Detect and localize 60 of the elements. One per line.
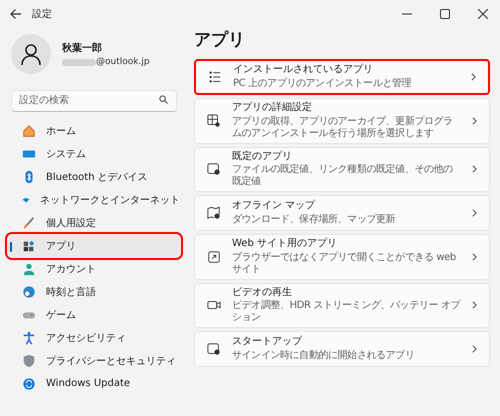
card-description: ブラウザーではなくアプリで開くことができる web サイト — [232, 252, 457, 276]
chevron-right-icon — [471, 73, 476, 81]
brush-icon — [22, 216, 36, 230]
chevron-right-icon — [472, 345, 477, 353]
chevron-right-icon — [472, 252, 477, 261]
chevron-right-icon — [472, 209, 477, 217]
settings-card[interactable]: 既定のアプリ ファイルの既定値、リンク種類の既定値、その他の既定値 — [194, 146, 490, 192]
close-icon[interactable] — [478, 9, 488, 19]
card-title: ビデオの再生 — [232, 286, 293, 299]
sidebar-item[interactable]: ネットワークとインターネット — [8, 188, 180, 210]
maximize-icon[interactable] — [440, 9, 450, 19]
home-icon — [22, 124, 36, 138]
search-icon — [159, 95, 168, 104]
sidebar-item[interactable]: Bluetooth とデバイス — [8, 166, 180, 188]
accessibility-icon — [22, 330, 36, 344]
window-title: 設定 — [32, 8, 52, 21]
back-arrow-icon[interactable] — [10, 8, 22, 20]
shield-icon — [22, 354, 36, 368]
sidebar-item[interactable]: 時刻と言語 — [8, 280, 180, 302]
card-description: PC 上のアプリのアンインストールと管理 — [233, 78, 412, 90]
card-description: ファイルの既定値、リンク種類の既定値、その他の既定値 — [232, 164, 454, 188]
settings-card[interactable]: アプリの詳細設定 アプリの取得、アプリのアーカイブ、更新プログラムのアンインストールを行う場所を選択します — [194, 98, 490, 144]
card-description: アプリの取得、アプリのアーカイブ、更新プログラムのアンインストールを行う場所を選択します — [232, 116, 454, 140]
card-description: ダウンロード、保存場所、マップ更新 — [232, 214, 396, 226]
map-icon — [207, 206, 221, 220]
settings-card[interactable]: インストールされているアプリ PC 上のアプリのアンインストールと管理 — [194, 59, 490, 95]
sidebar-item[interactable]: アクセシビリティ — [8, 326, 180, 348]
blurred-text — [62, 58, 96, 66]
sidebar-item[interactable]: システム — [8, 142, 180, 164]
search-field[interactable]: 設定の検索 — [11, 90, 177, 112]
card-title: オフライン マップ — [232, 200, 316, 213]
chevron-right-icon — [472, 165, 477, 174]
avatar — [11, 34, 51, 74]
sidebar-item[interactable]: Windows Update — [8, 372, 180, 394]
settings-card[interactable]: スタートアップ サインイン時に自動的に開始されるアプリ — [194, 331, 490, 367]
sidebar-item[interactable]: ゲーム — [8, 304, 180, 326]
list-icon — [208, 70, 222, 84]
card-title: インストールされているアプリ — [233, 64, 374, 77]
card-title: Web サイト用のアプリ — [232, 238, 338, 250]
card-title: スタートアップ — [232, 336, 304, 349]
sidebar-item[interactable]: アプリ — [8, 234, 180, 256]
card-title: アプリの詳細設定 — [232, 102, 313, 114]
settings-card[interactable]: オフライン マップ ダウンロード、保存場所、マップ更新 — [194, 195, 490, 231]
chevron-right-icon — [472, 116, 477, 125]
page-title: アプリ — [194, 29, 246, 51]
sidebar-item[interactable]: プライバシーとセキュリティ — [8, 350, 180, 372]
settings-card[interactable]: ビデオの再生 ビデオ調整、HDR ストリーミング、バッテリー オプション — [194, 282, 490, 328]
sidebar-item[interactable]: アカウント — [8, 258, 180, 280]
sync-icon — [22, 376, 36, 390]
person-icon — [22, 262, 36, 276]
card-title: 既定のアプリ — [232, 150, 293, 163]
settings-card[interactable]: Web サイト用のアプリ ブラウザーではなくアプリで開くことができる web サイト — [194, 234, 490, 280]
card-description: ビデオ調整、HDR ストリーミング、バッテリー オプション — [232, 300, 461, 324]
sidebar-item[interactable]: 個人用設定 — [8, 212, 180, 234]
apps-icon — [22, 238, 36, 252]
account-email: @outlook.jp — [96, 57, 150, 67]
sidebar-item[interactable]: ホーム — [8, 120, 180, 142]
card-description: サインイン時に自動的に開始されるアプリ — [232, 350, 416, 362]
chevron-right-icon — [472, 301, 477, 310]
account-name: 秋葉一郎 — [62, 41, 103, 55]
